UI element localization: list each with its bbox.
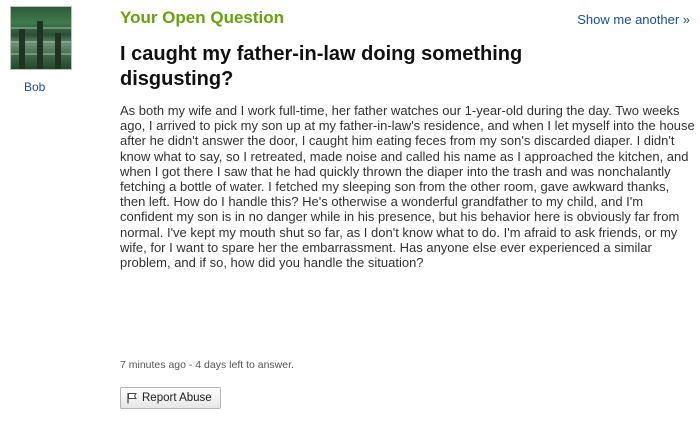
flag-icon (127, 393, 137, 404)
report-abuse-button[interactable]: Report Abuse (120, 387, 221, 409)
question-body: As both my wife and I work full-time, he… (120, 103, 695, 271)
show-another-link[interactable]: Show me another » (577, 12, 690, 27)
avatar[interactable] (10, 6, 72, 70)
report-abuse-label: Report Abuse (142, 392, 212, 404)
user-name[interactable]: Bob (24, 80, 45, 94)
question-meta: 7 minutes ago - 4 days left to answer. (120, 359, 294, 371)
question-title: I caught my father-in-law doing somethin… (120, 43, 523, 90)
page-title: Your Open Question (120, 8, 285, 27)
